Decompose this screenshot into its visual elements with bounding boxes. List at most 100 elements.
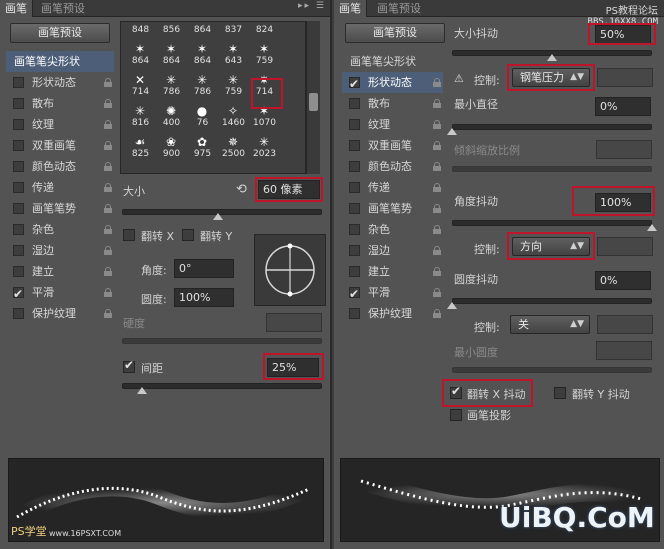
brush-tip-4-2[interactable]: ✿ 975 bbox=[187, 132, 218, 162]
lock-icon[interactable] bbox=[433, 78, 441, 87]
brush-tip-0-1[interactable]: ✳856 bbox=[156, 22, 187, 38]
brush-tip-1-0[interactable]: ✶ 864 bbox=[125, 39, 156, 69]
sidebar-item-6[interactable]: 传递 bbox=[342, 177, 443, 198]
sidebar-checkbox[interactable] bbox=[13, 284, 24, 305]
brush-tip-0-3[interactable]: ✳837 bbox=[218, 22, 249, 38]
brush-tip-4-4[interactable]: ✳ 2023 bbox=[249, 132, 280, 162]
brush-tip-2-0[interactable]: ✕ 714 bbox=[125, 70, 156, 100]
sidebar-checkbox[interactable] bbox=[349, 182, 360, 193]
brush-angle-preview[interactable] bbox=[254, 234, 326, 306]
sidebar-item-10[interactable]: 建立 bbox=[342, 261, 443, 282]
brush-tip-4-3[interactable]: ✵ 2500 bbox=[218, 132, 249, 162]
brush-tip-0-0[interactable]: ✳848 bbox=[125, 22, 156, 38]
sidebar-item-4[interactable]: 双重画笔 bbox=[342, 135, 443, 156]
sidebar-item-5[interactable]: 颜色动态 bbox=[6, 156, 114, 177]
lock-icon[interactable] bbox=[104, 246, 112, 255]
sidebar-checkbox[interactable] bbox=[349, 119, 360, 130]
brush-tip-0-2[interactable]: ✳864 bbox=[187, 22, 218, 38]
angle-field[interactable]: 0° bbox=[174, 259, 234, 278]
sidebar-item-7[interactable]: 画笔笔势 bbox=[6, 198, 114, 219]
spacing-checkbox[interactable] bbox=[123, 358, 135, 373]
sidebar-checkbox[interactable] bbox=[349, 308, 360, 319]
lock-icon[interactable] bbox=[104, 204, 112, 213]
min-diameter-slider[interactable] bbox=[452, 124, 652, 130]
sidebar-checkbox[interactable] bbox=[13, 77, 24, 88]
sidebar-item-0[interactable]: 画笔笔尖形状 bbox=[342, 51, 443, 72]
brush-tip-3-0[interactable]: ✳ 816 bbox=[125, 101, 156, 131]
sidebar-checkbox[interactable] bbox=[349, 245, 360, 256]
sidebar-checkbox[interactable] bbox=[13, 245, 24, 256]
lock-icon[interactable] bbox=[433, 246, 441, 255]
sidebar-checkbox[interactable] bbox=[349, 140, 360, 151]
brush-tip-3-2[interactable]: ● 76 bbox=[187, 101, 218, 131]
sidebar-item-9[interactable]: 湿边 bbox=[6, 240, 114, 261]
brush-grid-scrollbar[interactable] bbox=[306, 21, 320, 174]
sidebar-checkbox[interactable] bbox=[13, 161, 24, 172]
sidebar-item-10[interactable]: 建立 bbox=[6, 261, 114, 282]
sidebar-checkbox[interactable] bbox=[13, 308, 24, 319]
sidebar-item-8[interactable]: 杂色 bbox=[6, 219, 114, 240]
brush-tip-1-2[interactable]: ✶ 864 bbox=[187, 39, 218, 69]
brush-presets-button[interactable]: 画笔预设 bbox=[10, 23, 110, 43]
roundness-jitter-knob[interactable] bbox=[447, 302, 457, 309]
sidebar-item-3[interactable]: 纹理 bbox=[342, 114, 443, 135]
brush-tip-2-2[interactable]: ✳ 786 bbox=[187, 70, 218, 100]
roundness-field[interactable]: 100% bbox=[174, 288, 234, 307]
min-diameter-knob[interactable] bbox=[447, 128, 457, 135]
size-jitter-knob[interactable] bbox=[547, 54, 557, 61]
lock-icon[interactable] bbox=[104, 78, 112, 87]
lock-icon[interactable] bbox=[433, 267, 441, 276]
sidebar-item-3[interactable]: 纹理 bbox=[6, 114, 114, 135]
lock-icon[interactable] bbox=[433, 204, 441, 213]
sidebar-checkbox[interactable] bbox=[349, 98, 360, 109]
sidebar-checkbox[interactable] bbox=[13, 98, 24, 109]
tab-brush-right[interactable]: 画笔 bbox=[334, 0, 367, 17]
sidebar-checkbox[interactable] bbox=[349, 224, 360, 235]
brush-tip-2-3[interactable]: ✳ 759 bbox=[218, 70, 249, 100]
angle-jitter-slider[interactable] bbox=[452, 220, 652, 226]
sidebar-item-11[interactable]: 平滑 bbox=[6, 282, 114, 305]
sidebar-item-5[interactable]: 颜色动态 bbox=[342, 156, 443, 177]
sidebar-item-4[interactable]: 双重画笔 bbox=[6, 135, 114, 156]
brush-tip-1-1[interactable]: ✶ 864 bbox=[156, 39, 187, 69]
brush-tip-3-1[interactable]: ✺ 400 bbox=[156, 101, 187, 131]
roundness-jitter-slider[interactable] bbox=[452, 298, 652, 304]
brush-tip-1-3[interactable]: ✶ 643 bbox=[218, 39, 249, 69]
lock-icon[interactable] bbox=[433, 309, 441, 318]
brush-tip-1-4[interactable]: ✶ 759 bbox=[249, 39, 280, 69]
lock-icon[interactable] bbox=[104, 162, 112, 171]
sidebar-item-2[interactable]: 散布 bbox=[6, 93, 114, 114]
spacing-slider-knob[interactable] bbox=[137, 387, 147, 394]
lock-icon[interactable] bbox=[433, 141, 441, 150]
tab-brush-presets[interactable]: 画笔预设 bbox=[36, 0, 90, 17]
scroll-thumb[interactable] bbox=[309, 93, 318, 111]
flip-y-jitter-checkbox[interactable] bbox=[554, 387, 566, 399]
lock-icon[interactable] bbox=[433, 120, 441, 129]
sidebar-item-11[interactable]: 平滑 bbox=[342, 282, 443, 305]
flip-x-checkbox[interactable] bbox=[123, 229, 135, 241]
sidebar-item-12[interactable]: 保护纹理 bbox=[342, 303, 443, 324]
lock-icon[interactable] bbox=[104, 288, 112, 297]
sidebar-item-12[interactable]: 保护纹理 bbox=[6, 303, 114, 324]
lock-icon[interactable] bbox=[433, 162, 441, 171]
sidebar-checkbox[interactable] bbox=[349, 284, 360, 305]
tab-brush[interactable]: 画笔 bbox=[0, 0, 33, 17]
lock-icon[interactable] bbox=[433, 288, 441, 297]
lock-icon[interactable] bbox=[104, 183, 112, 192]
lock-icon[interactable] bbox=[104, 309, 112, 318]
sidebar-item-1[interactable]: 形状动态 bbox=[342, 72, 443, 95]
lock-icon[interactable] bbox=[104, 99, 112, 108]
min-diameter-field[interactable]: 0% bbox=[595, 97, 651, 116]
brush-tip-4-1[interactable]: ❀ 900 bbox=[156, 132, 187, 162]
panel-menu-icon[interactable]: ▸▸ ☰ bbox=[298, 1, 326, 11]
brush-tip-0-4[interactable]: ✳824 bbox=[249, 22, 280, 38]
size-slider-knob[interactable] bbox=[213, 213, 223, 220]
tab-brush-presets-right[interactable]: 画笔预设 bbox=[372, 0, 426, 17]
spacing-slider[interactable] bbox=[122, 383, 322, 389]
lock-icon[interactable] bbox=[433, 183, 441, 192]
angle-jitter-knob[interactable] bbox=[647, 224, 657, 231]
sidebar-checkbox[interactable] bbox=[13, 266, 24, 277]
brush-tip-2-1[interactable]: ✳ 786 bbox=[156, 70, 187, 100]
sidebar-item-7[interactable]: 画笔笔势 bbox=[342, 198, 443, 219]
sidebar-checkbox[interactable] bbox=[13, 140, 24, 151]
